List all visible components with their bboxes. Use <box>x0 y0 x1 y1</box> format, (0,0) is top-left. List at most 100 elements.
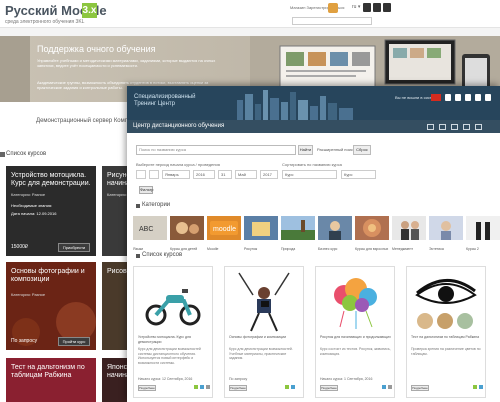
course-search-input[interactable]: Поиск по названию курса <box>136 145 296 155</box>
list-icon <box>136 254 140 258</box>
search-icon[interactable] <box>383 3 391 12</box>
details-button[interactable]: Подробнее <box>138 385 156 391</box>
checkbox[interactable] <box>136 170 146 179</box>
buy-button[interactable]: Приобрести <box>58 243 90 252</box>
course-description: Курс для демонстрации возможностей систе… <box>138 347 201 365</box>
courses-title: Список курсов <box>142 252 183 258</box>
year-select[interactable]: 2017 <box>260 170 278 179</box>
year-select[interactable]: 2016 <box>193 170 215 179</box>
home-icon[interactable] <box>427 124 434 130</box>
course-card[interactable]: Устройство мотоцикла. Курс для демонстра… <box>6 166 96 256</box>
category-label[interactable]: Бизнес курс <box>318 247 352 251</box>
status-icon <box>291 385 295 389</box>
course-date: По запросу <box>229 377 248 381</box>
category-image <box>244 216 278 240</box>
category-label[interactable]: Эстетика <box>429 247 463 251</box>
page-title: Центр дистанционного обучения <box>133 123 225 129</box>
course-title[interactable]: Рисунок для начинающих и продолжающих <box>320 335 392 340</box>
category-item[interactable]: Рисунок <box>244 216 278 251</box>
period-filter-label: Выберите период начала курса / проведени… <box>136 162 220 167</box>
month-select[interactable]: Май <box>235 170 257 179</box>
category-item[interactable]: Природа <box>281 216 315 251</box>
enroll-button[interactable]: Пройти курс <box>58 337 90 346</box>
training-center-window: Специализированный Тренинг Центр Вы не в… <box>127 86 500 402</box>
category-label[interactable]: Курсы для взрослых <box>355 247 389 251</box>
category-item[interactable]: ABC Языки <box>133 216 167 251</box>
category-item[interactable]: Эстетика <box>429 216 463 251</box>
course-card-price: По запросу <box>11 338 38 344</box>
month-select[interactable]: Январь <box>162 170 190 179</box>
bell-icon[interactable] <box>465 94 471 101</box>
course-image-photographer <box>229 271 299 333</box>
course-card-price: 15000₽ <box>11 244 29 250</box>
course-card[interactable]: Рисунок для начинающих и продолжающих Ку… <box>315 266 395 398</box>
mail-icon[interactable] <box>455 94 461 101</box>
course-card[interactable]: Устройство мотоцикла. Курс для демонстра… <box>133 266 213 398</box>
course-card[interactable]: Основы фотографии и композиции Курс для … <box>224 266 304 398</box>
chart-icon[interactable] <box>463 124 470 130</box>
settings-icon[interactable] <box>475 124 482 130</box>
course-card[interactable]: Тест на дальтонизм по таблицам Рабкина <box>6 358 96 402</box>
category-label[interactable]: Языки <box>133 247 167 251</box>
category-label[interactable]: Курсы для детей <box>170 247 204 251</box>
user-icon[interactable] <box>445 94 451 101</box>
avatar[interactable] <box>328 3 338 13</box>
grid-icon[interactable] <box>451 124 458 130</box>
day-select[interactable]: 31 <box>218 170 232 179</box>
category-label[interactable]: Рисунок <box>244 247 278 251</box>
order-select[interactable]: Курс <box>341 170 376 179</box>
flag-icon[interactable] <box>431 94 441 101</box>
category-item[interactable]: moodle Moodle <box>207 216 241 251</box>
course-card[interactable]: Тест на дальтонизм по таблицам Рабкина П… <box>406 266 486 398</box>
search-icon[interactable] <box>485 94 491 101</box>
search-button[interactable]: Найти <box>298 145 313 155</box>
courses-section-title: Список курсов <box>6 151 47 157</box>
details-button[interactable]: Подробнее <box>229 385 247 391</box>
course-title[interactable]: Основы фотографии и композиции <box>229 335 301 340</box>
course-card[interactable]: Основы фотографии и композиции Категория… <box>6 262 96 350</box>
category-item[interactable]: Бизнес курс <box>318 216 352 251</box>
category-label[interactable]: Менеджмент <box>392 247 426 251</box>
category-item[interactable]: Курсы для взрослых <box>355 216 389 251</box>
categories-title: Категории <box>142 202 171 208</box>
course-card-title[interactable]: Устройство мотоцикла. Курс для демонстра… <box>11 172 91 188</box>
bell-icon[interactable] <box>373 3 381 12</box>
status-icon <box>388 385 392 389</box>
category-image <box>170 216 204 240</box>
calendar-icon[interactable] <box>439 124 446 130</box>
sort-filter-label: Сортировать по названию курса <box>282 162 342 167</box>
clear-button[interactable]: Сброс <box>353 145 371 155</box>
category-image <box>281 216 315 240</box>
advanced-search-link[interactable]: Расширенный поиск <box>317 147 355 152</box>
site-brand[interactable]: Специализированный Тренинг Центр <box>134 94 204 108</box>
category-item[interactable]: Курсы 2 <box>466 216 500 251</box>
course-card-title[interactable]: Тест на дальтонизм по таблицам Рабкина <box>11 364 91 380</box>
status-icon <box>382 385 386 389</box>
mail-icon[interactable] <box>363 3 371 12</box>
category-image <box>355 216 389 240</box>
course-title[interactable]: Тест на дальтонизм по таблицам Рабкина <box>411 335 483 340</box>
user-link[interactable]: Магазин Зарегистрироваться <box>290 5 355 10</box>
list-icon <box>0 152 5 157</box>
category-item[interactable]: Менеджмент <box>392 216 426 251</box>
language-select[interactable]: ru ▾ <box>352 4 360 10</box>
hero-text: Управляйте учебными и методическими мате… <box>37 58 216 68</box>
course-description: Курс для демонстрации возможностей. Учеб… <box>229 347 293 360</box>
category-label[interactable]: Курсы 2 <box>466 247 500 251</box>
course-title[interactable]: Устройство мотоцикла. Курс для демонстра… <box>138 335 210 344</box>
category-label[interactable]: Природа <box>281 247 315 251</box>
course-card-title[interactable]: Основы фотографии и композиции <box>11 268 91 284</box>
category-image: ABC <box>133 216 167 240</box>
cart-icon[interactable] <box>475 94 481 101</box>
details-button[interactable]: Подробнее <box>411 385 429 391</box>
category-image: moodle <box>207 216 241 240</box>
hero-title: Поддержка очного обучения <box>37 44 156 54</box>
checkbox[interactable] <box>149 170 159 179</box>
course-description: Курс состоит из тестов. Рисунок, живопис… <box>320 347 391 356</box>
category-label[interactable]: Moodle <box>207 247 241 251</box>
details-button[interactable]: Подробнее <box>320 385 338 391</box>
sort-select[interactable]: Курс <box>282 170 337 179</box>
category-item[interactable]: Курсы для детей <box>170 216 204 251</box>
search-input[interactable] <box>292 17 372 25</box>
filter-button[interactable]: Фильтр <box>139 186 153 194</box>
